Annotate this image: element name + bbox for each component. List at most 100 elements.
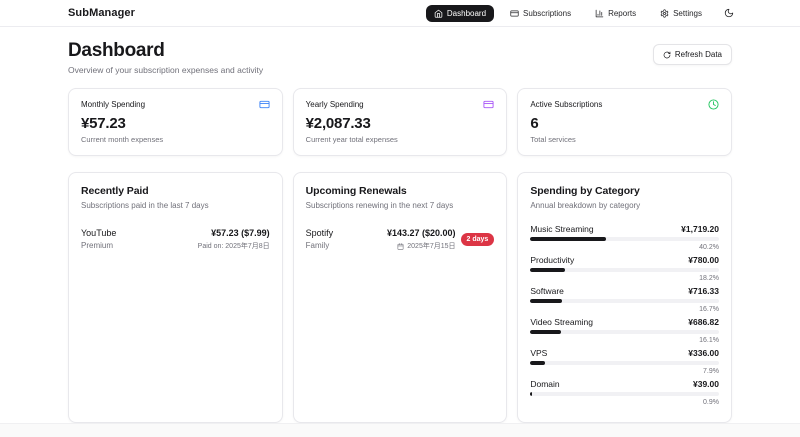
subscription-plan: Premium [81,241,116,250]
category-row: VPS ¥336.00 7.9% [530,348,719,375]
category-name: Domain [530,379,559,389]
category-progress-bar [530,392,719,396]
category-progress-fill [530,361,545,365]
nav-item-label: Settings [673,9,702,18]
stat-label: Yearly Spending [306,100,364,109]
category-percent: 16.7% [530,306,719,313]
theme-toggle-button[interactable] [718,4,740,22]
nav-item-settings[interactable]: Settings [652,5,710,22]
payment-amount: ¥57.23 ($7.99) [198,228,270,238]
stat-label: Monthly Spending [81,100,145,109]
category-name: Music Streaming [530,224,593,234]
panel-subtitle: Subscriptions renewing in the next 7 day… [306,201,495,210]
stat-caption: Current year total expenses [306,135,495,144]
category-row: Productivity ¥780.00 18.2% [530,255,719,282]
category-progress-fill [530,237,606,241]
spending-by-category-panel: Spending by Category Annual breakdown by… [517,172,732,423]
stat-card-monthly-spending: Monthly Spending ¥57.23 Current month ex… [68,88,283,156]
category-row: Software ¥716.33 16.7% [530,286,719,313]
gear-icon [660,9,669,18]
stat-caption: Current month expenses [81,135,270,144]
stat-value: ¥2,087.33 [306,115,495,132]
stats-row: Monthly Spending ¥57.23 Current month ex… [68,88,732,156]
category-amount: ¥1,719.20 [681,224,719,234]
panel-title: Upcoming Renewals [306,185,495,197]
category-percent: 0.9% [530,399,719,406]
clock-icon [708,99,719,110]
category-amount: ¥336.00 [688,348,719,358]
category-progress-bar [530,299,719,303]
category-name: VPS [530,348,547,358]
app-header: SubManager Dashboard Subscriptions Repor… [0,0,800,27]
category-amount: ¥780.00 [688,255,719,265]
page-header: Dashboard Overview of your subscription … [68,40,732,75]
category-progress-fill [530,268,564,272]
stat-caption: Total services [530,135,719,144]
category-progress-bar [530,268,719,272]
stat-card-active-subscriptions: Active Subscriptions 6 Total services [517,88,732,156]
home-icon [434,9,443,18]
stat-label: Active Subscriptions [530,100,602,109]
category-percent: 16.1% [530,337,719,344]
subscription-name: Spotify [306,228,334,238]
bar-chart-icon [595,9,604,18]
category-amount: ¥716.33 [688,286,719,296]
category-name: Video Streaming [530,317,593,327]
credit-card-icon [259,99,270,110]
main-nav: Dashboard Subscriptions Reports Settings [426,4,740,22]
payment-date: Paid on: 2025年7月8日 [198,241,270,251]
category-name: Productivity [530,255,574,265]
calendar-icon [397,243,404,250]
subscription-plan: Family [306,241,334,250]
panel-subtitle: Subscriptions paid in the last 7 days [81,201,270,210]
footer-strip [0,423,800,437]
days-left-badge: 2 days [461,233,495,246]
category-progress-fill [530,330,560,334]
main-content: Dashboard Overview of your subscription … [0,27,800,423]
moon-icon [724,8,734,18]
panels-row: Recently Paid Subscriptions paid in the … [68,172,732,423]
upcoming-renewals-panel: Upcoming Renewals Subscriptions renewing… [293,172,508,423]
refresh-icon [663,51,671,59]
panel-title: Recently Paid [81,185,270,197]
nav-item-label: Dashboard [447,9,486,18]
credit-card-icon [483,99,494,110]
category-list: Music Streaming ¥1,719.20 40.2% Producti… [530,224,719,406]
category-amount: ¥39.00 [693,379,719,389]
credit-card-icon [510,9,519,18]
category-progress-bar [530,330,719,334]
panel-title: Spending by Category [530,185,719,197]
stat-value: 6 [530,115,719,132]
subscription-name: YouTube [81,228,116,238]
category-percent: 18.2% [530,275,719,282]
category-row: Video Streaming ¥686.82 16.1% [530,317,719,344]
nav-item-subscriptions[interactable]: Subscriptions [502,5,579,22]
nav-item-label: Reports [608,9,636,18]
panel-subtitle: Annual breakdown by category [530,201,719,210]
brand-logo: SubManager [68,7,135,19]
category-name: Software [530,286,564,296]
refresh-button-label: Refresh Data [675,50,722,59]
renewal-date: 2025年7月15日 [407,241,455,251]
list-item[interactable]: Spotify Family ¥143.27 ($20.00) 2025年7月1… [306,228,495,251]
stat-value: ¥57.23 [81,115,270,132]
category-progress-fill [530,392,532,396]
recently-paid-panel: Recently Paid Subscriptions paid in the … [68,172,283,423]
nav-item-reports[interactable]: Reports [587,5,644,22]
renewal-amount: ¥143.27 ($20.00) [387,228,456,238]
nav-item-dashboard[interactable]: Dashboard [426,5,494,22]
category-progress-bar [530,237,719,241]
category-percent: 7.9% [530,368,719,375]
category-progress-bar [530,361,719,365]
refresh-data-button[interactable]: Refresh Data [653,44,732,65]
page-title: Dashboard [68,40,263,62]
list-item[interactable]: YouTube Premium ¥57.23 ($7.99) Paid on: … [81,228,270,251]
category-row: Domain ¥39.00 0.9% [530,379,719,406]
stat-card-yearly-spending: Yearly Spending ¥2,087.33 Current year t… [293,88,508,156]
page-subtitle: Overview of your subscription expenses a… [68,65,263,75]
nav-item-label: Subscriptions [523,9,571,18]
category-row: Music Streaming ¥1,719.20 40.2% [530,224,719,251]
category-amount: ¥686.82 [688,317,719,327]
category-progress-fill [530,299,562,303]
category-percent: 40.2% [530,244,719,251]
